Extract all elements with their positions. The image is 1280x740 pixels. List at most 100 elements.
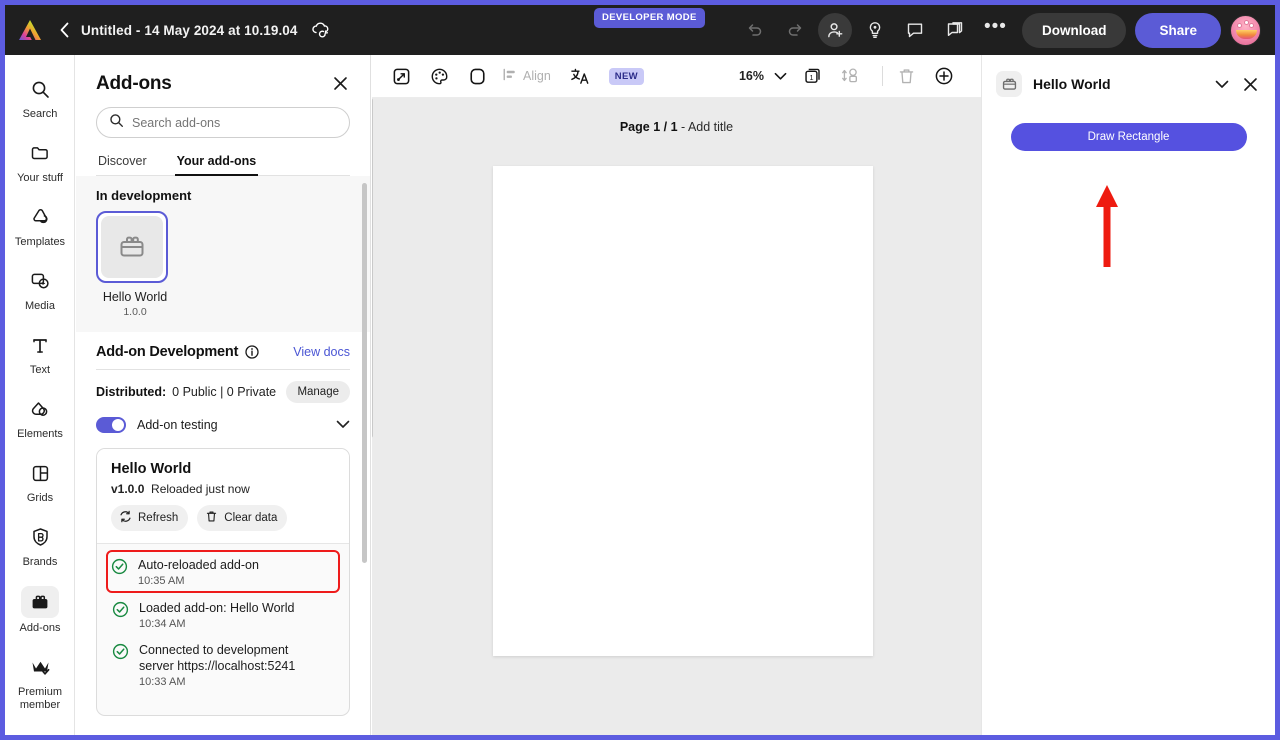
sidebar-item-search[interactable]: Search xyxy=(5,67,75,127)
addon-testing-toggle[interactable] xyxy=(96,417,126,433)
addon-development-header: Add-on Development View docs xyxy=(96,344,350,360)
adobe-express-window: Untitled - 14 May 2024 at 10.19.04 • xyxy=(0,0,1280,740)
chevron-down-icon[interactable] xyxy=(1211,73,1233,95)
chevron-down-icon[interactable] xyxy=(336,416,350,434)
align-label: Align xyxy=(523,69,551,83)
dev-addon-log-list: Auto-reloaded add-on 10:35 AM Loaded add… xyxy=(97,543,349,715)
sidebar-item-premium-member[interactable]: Premium member xyxy=(5,645,75,718)
sidebar-item-your-stuff[interactable]: Your stuff xyxy=(5,131,75,191)
sidebar-label: Text xyxy=(30,364,50,377)
adobe-express-logo[interactable] xyxy=(15,15,45,45)
in-development-section: In development Hello World 1.0.0 xyxy=(76,176,370,332)
success-check-icon xyxy=(111,558,129,576)
sidebar-label: Your stuff xyxy=(17,172,63,185)
rounded-square-icon[interactable] xyxy=(462,61,492,91)
close-icon[interactable] xyxy=(330,73,350,93)
developer-mode-badge: DEVELOPER MODE xyxy=(594,8,705,28)
page-stack-icon[interactable]: 1 xyxy=(798,61,828,91)
addon-testing-row: Add-on testing xyxy=(96,416,350,434)
log-time: 10:33 AM xyxy=(139,676,325,688)
info-icon[interactable] xyxy=(245,345,259,359)
sidebar-item-brands[interactable]: Brands xyxy=(5,515,75,575)
sidebar-label: Brands xyxy=(23,556,58,569)
sidebar-label: Elements xyxy=(17,428,63,441)
close-icon[interactable] xyxy=(1239,73,1261,95)
sidebar-label: Search xyxy=(23,108,58,121)
tab-your-add-ons[interactable]: Your add-ons xyxy=(175,150,259,175)
addons-panel: Add-ons Discover Your add-ons In develop… xyxy=(76,55,371,735)
distributed-value: 0 Public | 0 Private xyxy=(172,385,276,399)
refresh-label: Refresh xyxy=(138,512,178,524)
arrange-icon[interactable] xyxy=(836,61,866,91)
share-button[interactable]: Share xyxy=(1135,13,1221,48)
brands-icon xyxy=(23,522,57,552)
addons-icon xyxy=(21,586,59,618)
log-time: 10:35 AM xyxy=(138,575,259,587)
tab-discover[interactable]: Discover xyxy=(96,150,149,175)
lightbulb-icon[interactable] xyxy=(858,13,892,47)
log-message: Connected to development server https://… xyxy=(139,642,325,674)
crown-icon xyxy=(23,652,57,682)
panel-scrollbar[interactable] xyxy=(362,183,367,563)
search-input[interactable] xyxy=(132,116,337,130)
log-time: 10:34 AM xyxy=(139,618,294,630)
svg-text:1: 1 xyxy=(809,73,813,82)
refresh-button[interactable]: Refresh xyxy=(111,505,188,531)
translate-icon[interactable] xyxy=(565,61,595,91)
log-item: Loaded add-on: Hello World 10:34 AM xyxy=(109,593,337,635)
addon-tile-hello-world[interactable] xyxy=(96,211,168,283)
clear-data-button[interactable]: Clear data xyxy=(197,505,287,531)
log-message: Loaded add-on: Hello World xyxy=(139,600,294,616)
addon-panel-title: Hello World xyxy=(1033,76,1205,92)
plus-circle-icon[interactable] xyxy=(929,61,959,91)
sidebar-item-text[interactable]: Text xyxy=(5,323,75,383)
draw-rectangle-button[interactable]: Draw Rectangle xyxy=(1011,123,1247,151)
document-title[interactable]: Untitled - 14 May 2024 at 10.19.04 xyxy=(81,23,298,38)
distributed-label: Distributed: xyxy=(96,385,166,399)
success-check-icon xyxy=(112,643,130,661)
artboard[interactable] xyxy=(493,166,873,656)
search-icon xyxy=(109,113,124,133)
divider xyxy=(882,66,883,86)
more-options-button[interactable]: ••• xyxy=(975,22,1016,39)
trash-icon[interactable] xyxy=(891,61,921,91)
log-item: Connected to development server https://… xyxy=(109,635,337,693)
color-palette-icon[interactable] xyxy=(424,61,454,91)
comment-icon[interactable] xyxy=(898,13,932,47)
sidebar-item-media[interactable]: Media xyxy=(5,259,75,319)
chevron-down-icon[interactable] xyxy=(768,61,792,91)
sidebar-label: Grids xyxy=(27,492,53,505)
sidebar-label: Add-ons xyxy=(20,622,61,635)
cloud-sync-icon[interactable] xyxy=(310,20,332,40)
download-button[interactable]: Download xyxy=(1022,13,1127,48)
canvas-scrollbar[interactable] xyxy=(372,98,373,438)
elements-icon xyxy=(23,394,57,424)
page-title: Add-ons xyxy=(96,73,330,95)
sidebar-item-templates[interactable]: Templates xyxy=(5,195,75,255)
addon-panel-header: Hello World xyxy=(982,55,1275,97)
redo-icon[interactable] xyxy=(778,13,812,47)
copy-icon[interactable] xyxy=(938,13,972,47)
align-button[interactable]: Align xyxy=(502,67,551,85)
page-title-placeholder: - Add title xyxy=(681,120,733,134)
undo-icon[interactable] xyxy=(738,13,772,47)
canvas-body[interactable]: Page 1 / 1 - Add title xyxy=(372,98,981,735)
sidebar-item-add-ons[interactable]: Add-ons xyxy=(5,579,75,641)
addon-development-heading: Add-on Development xyxy=(96,344,238,360)
manage-button[interactable]: Manage xyxy=(286,381,350,403)
sidebar-item-grids[interactable]: Grids xyxy=(5,451,75,511)
dev-addon-actions: Refresh Clear data xyxy=(111,505,335,531)
back-button[interactable] xyxy=(53,15,75,45)
sidebar-item-elements[interactable]: Elements xyxy=(5,387,75,447)
clear-data-label: Clear data xyxy=(224,512,277,524)
search-box[interactable] xyxy=(96,107,350,138)
dev-addon-card-header: Hello World v1.0.0 Reloaded just now Ref… xyxy=(97,449,349,543)
user-avatar[interactable] xyxy=(1230,15,1261,46)
add-person-icon[interactable] xyxy=(818,13,852,47)
page-label[interactable]: Page 1 / 1 - Add title xyxy=(372,120,981,134)
trash-icon xyxy=(205,510,218,526)
page-counter: Page 1 / 1 xyxy=(620,120,678,134)
text-icon xyxy=(23,330,57,360)
view-docs-link[interactable]: View docs xyxy=(293,345,350,359)
resize-icon[interactable] xyxy=(386,61,416,91)
